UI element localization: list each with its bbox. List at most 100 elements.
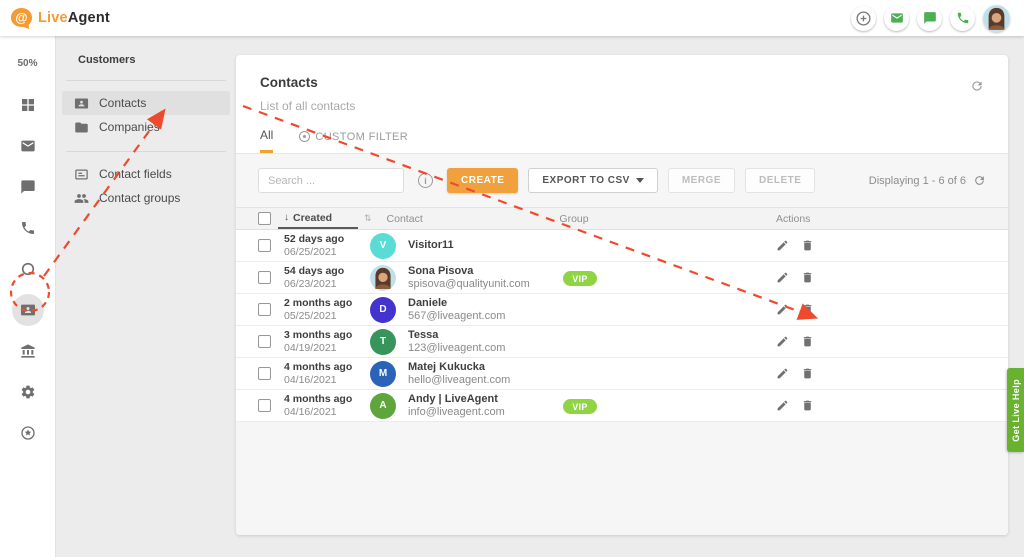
page-subtitle: List of all contacts: [260, 99, 984, 113]
refresh-icon[interactable]: [973, 174, 986, 187]
user-avatar[interactable]: [983, 5, 1010, 32]
topbar: @ LiveAgent: [0, 0, 1024, 36]
tab-custom-filter[interactable]: CUSTOM FILTER: [299, 128, 408, 153]
page-title: Contacts: [260, 75, 984, 90]
main-sidebar: 50%: [0, 36, 56, 557]
liveagent-logo[interactable]: @ LiveAgent: [10, 7, 110, 30]
chat-icon[interactable]: [12, 171, 44, 203]
sidebar-item-label: Contact fields: [99, 167, 172, 181]
form-field-icon: [74, 167, 89, 182]
created-cell: 54 days ago 06/23/2021: [284, 265, 370, 291]
topbar-actions: [851, 5, 1010, 32]
billing-bank-icon[interactable]: [12, 335, 44, 367]
delete-trash-icon[interactable]: [801, 335, 814, 348]
row-checkbox[interactable]: [258, 335, 271, 348]
email-icon[interactable]: [12, 130, 44, 162]
actions-cell: [776, 239, 846, 252]
edit-pencil-icon[interactable]: [776, 367, 789, 380]
delete-trash-icon[interactable]: [801, 271, 814, 284]
created-cell: 3 months ago 04/19/2021: [284, 329, 370, 355]
logo-bubble-icon: @: [10, 7, 33, 30]
sidebar-item-label: Companies: [99, 120, 160, 134]
delete-trash-icon[interactable]: [801, 367, 814, 380]
contact-cell: V Visitor11: [370, 233, 510, 259]
tab-all[interactable]: All: [260, 128, 273, 153]
sidebar-item-companies[interactable]: Companies: [62, 115, 230, 139]
delete-trash-icon[interactable]: [801, 239, 814, 252]
table-row[interactable]: 3 months ago 04/19/2021 T Tessa 123@live…: [236, 326, 1008, 358]
phone-icon[interactable]: [950, 6, 975, 31]
edit-pencil-icon[interactable]: [776, 335, 789, 348]
column-header-actions: Actions: [776, 213, 846, 225]
edit-pencil-icon[interactable]: [776, 399, 789, 412]
sidebar-item-contact-groups[interactable]: Contact groups: [62, 186, 230, 210]
group-cell: VIP: [510, 397, 650, 415]
addons-star-icon[interactable]: [12, 417, 44, 449]
chat-icon[interactable]: [917, 6, 942, 31]
email-icon[interactable]: [884, 6, 909, 31]
delete-button[interactable]: DELETE: [745, 168, 815, 193]
actions-cell: [776, 367, 846, 380]
delete-trash-icon[interactable]: [801, 303, 814, 316]
group-badge: VIP: [563, 399, 596, 414]
sort-both-icon: ⇅: [364, 213, 372, 224]
column-header-contact[interactable]: ⇅ Contact: [364, 213, 504, 225]
divider: [66, 151, 226, 152]
actions-cell: [776, 271, 846, 284]
contacts-icon[interactable]: [12, 294, 44, 326]
merge-button[interactable]: MERGE: [668, 168, 735, 193]
contact-avatar: [370, 265, 396, 291]
column-header-group[interactable]: Group: [504, 213, 644, 225]
time-ring-icon[interactable]: [12, 253, 44, 285]
actions-cell: [776, 399, 846, 412]
table-row[interactable]: 4 months ago 04/16/2021 M Matej Kukucka …: [236, 358, 1008, 390]
sidebar-item-contacts[interactable]: Contacts: [62, 91, 230, 115]
tab-bar: All CUSTOM FILTER: [236, 128, 1008, 153]
get-live-help-button[interactable]: Get Live Help: [1007, 368, 1024, 452]
search-input[interactable]: [258, 168, 404, 193]
export-to-csv-button[interactable]: EXPORT TO CSV: [528, 168, 657, 193]
dashboard-grid-icon[interactable]: [12, 89, 44, 121]
divider: [66, 80, 226, 81]
row-checkbox[interactable]: [258, 367, 271, 380]
actions-cell: [776, 303, 846, 316]
edit-pencil-icon[interactable]: [776, 271, 789, 284]
add-circle-icon[interactable]: [851, 6, 876, 31]
subsidebar-heading: Customers: [56, 54, 236, 66]
panel-empty-area: [236, 422, 1008, 535]
app-body: 50% Customers: [0, 36, 1024, 557]
sidebar-item-label: Contact groups: [99, 191, 180, 205]
edit-pencil-icon[interactable]: [776, 239, 789, 252]
panel-refresh-icon[interactable]: [970, 79, 984, 98]
row-checkbox[interactable]: [258, 399, 271, 412]
table-row[interactable]: 2 months ago 05/25/2021 D Daniele 567@li…: [236, 294, 1008, 326]
row-checkbox[interactable]: [258, 303, 271, 316]
sidebar-item-contact-fields[interactable]: Contact fields: [62, 162, 230, 186]
info-icon[interactable]: i: [418, 173, 433, 188]
table-row[interactable]: 52 days ago 06/25/2021 V Visitor11: [236, 230, 1008, 262]
edit-pencil-icon[interactable]: [776, 303, 789, 316]
table-header: ↓ Created ⇅ Contact Group Actions: [236, 207, 1008, 230]
table-row[interactable]: 4 months ago 04/16/2021 A Andy | LiveAge…: [236, 390, 1008, 422]
toolbar: i CREATE EXPORT TO CSV MERGE DELETE Disp…: [236, 154, 1008, 207]
select-all-checkbox[interactable]: [258, 212, 271, 225]
sort-desc-icon: ↓: [284, 212, 289, 223]
pagination-status: Displaying 1 - 6 of 6: [869, 174, 986, 187]
table-row[interactable]: 54 days ago 06/23/2021 Sona Pisova spiso…: [236, 262, 1008, 294]
secondary-sidebar: Customers Contacts Companies Contact fie…: [56, 36, 236, 557]
table-body: 52 days ago 06/25/2021 V Visitor11 54 da…: [236, 230, 1008, 422]
create-button[interactable]: CREATE: [447, 168, 518, 193]
delete-trash-icon[interactable]: [801, 399, 814, 412]
filter-dot-icon: [299, 131, 310, 142]
phone-icon[interactable]: [12, 212, 44, 244]
column-header-created[interactable]: ↓ Created: [278, 208, 358, 229]
contact-cell: A Andy | LiveAgent info@liveagent.com: [370, 393, 510, 419]
row-checkbox[interactable]: [258, 271, 271, 284]
people-icon: [74, 191, 89, 206]
usage-label: 50%: [17, 58, 37, 69]
settings-gear-icon[interactable]: [12, 376, 44, 408]
contact-avatar: D: [370, 297, 396, 323]
row-checkbox[interactable]: [258, 239, 271, 252]
contact-cell: T Tessa 123@liveagent.com: [370, 329, 510, 355]
logo-at-glyph: @: [15, 10, 27, 24]
